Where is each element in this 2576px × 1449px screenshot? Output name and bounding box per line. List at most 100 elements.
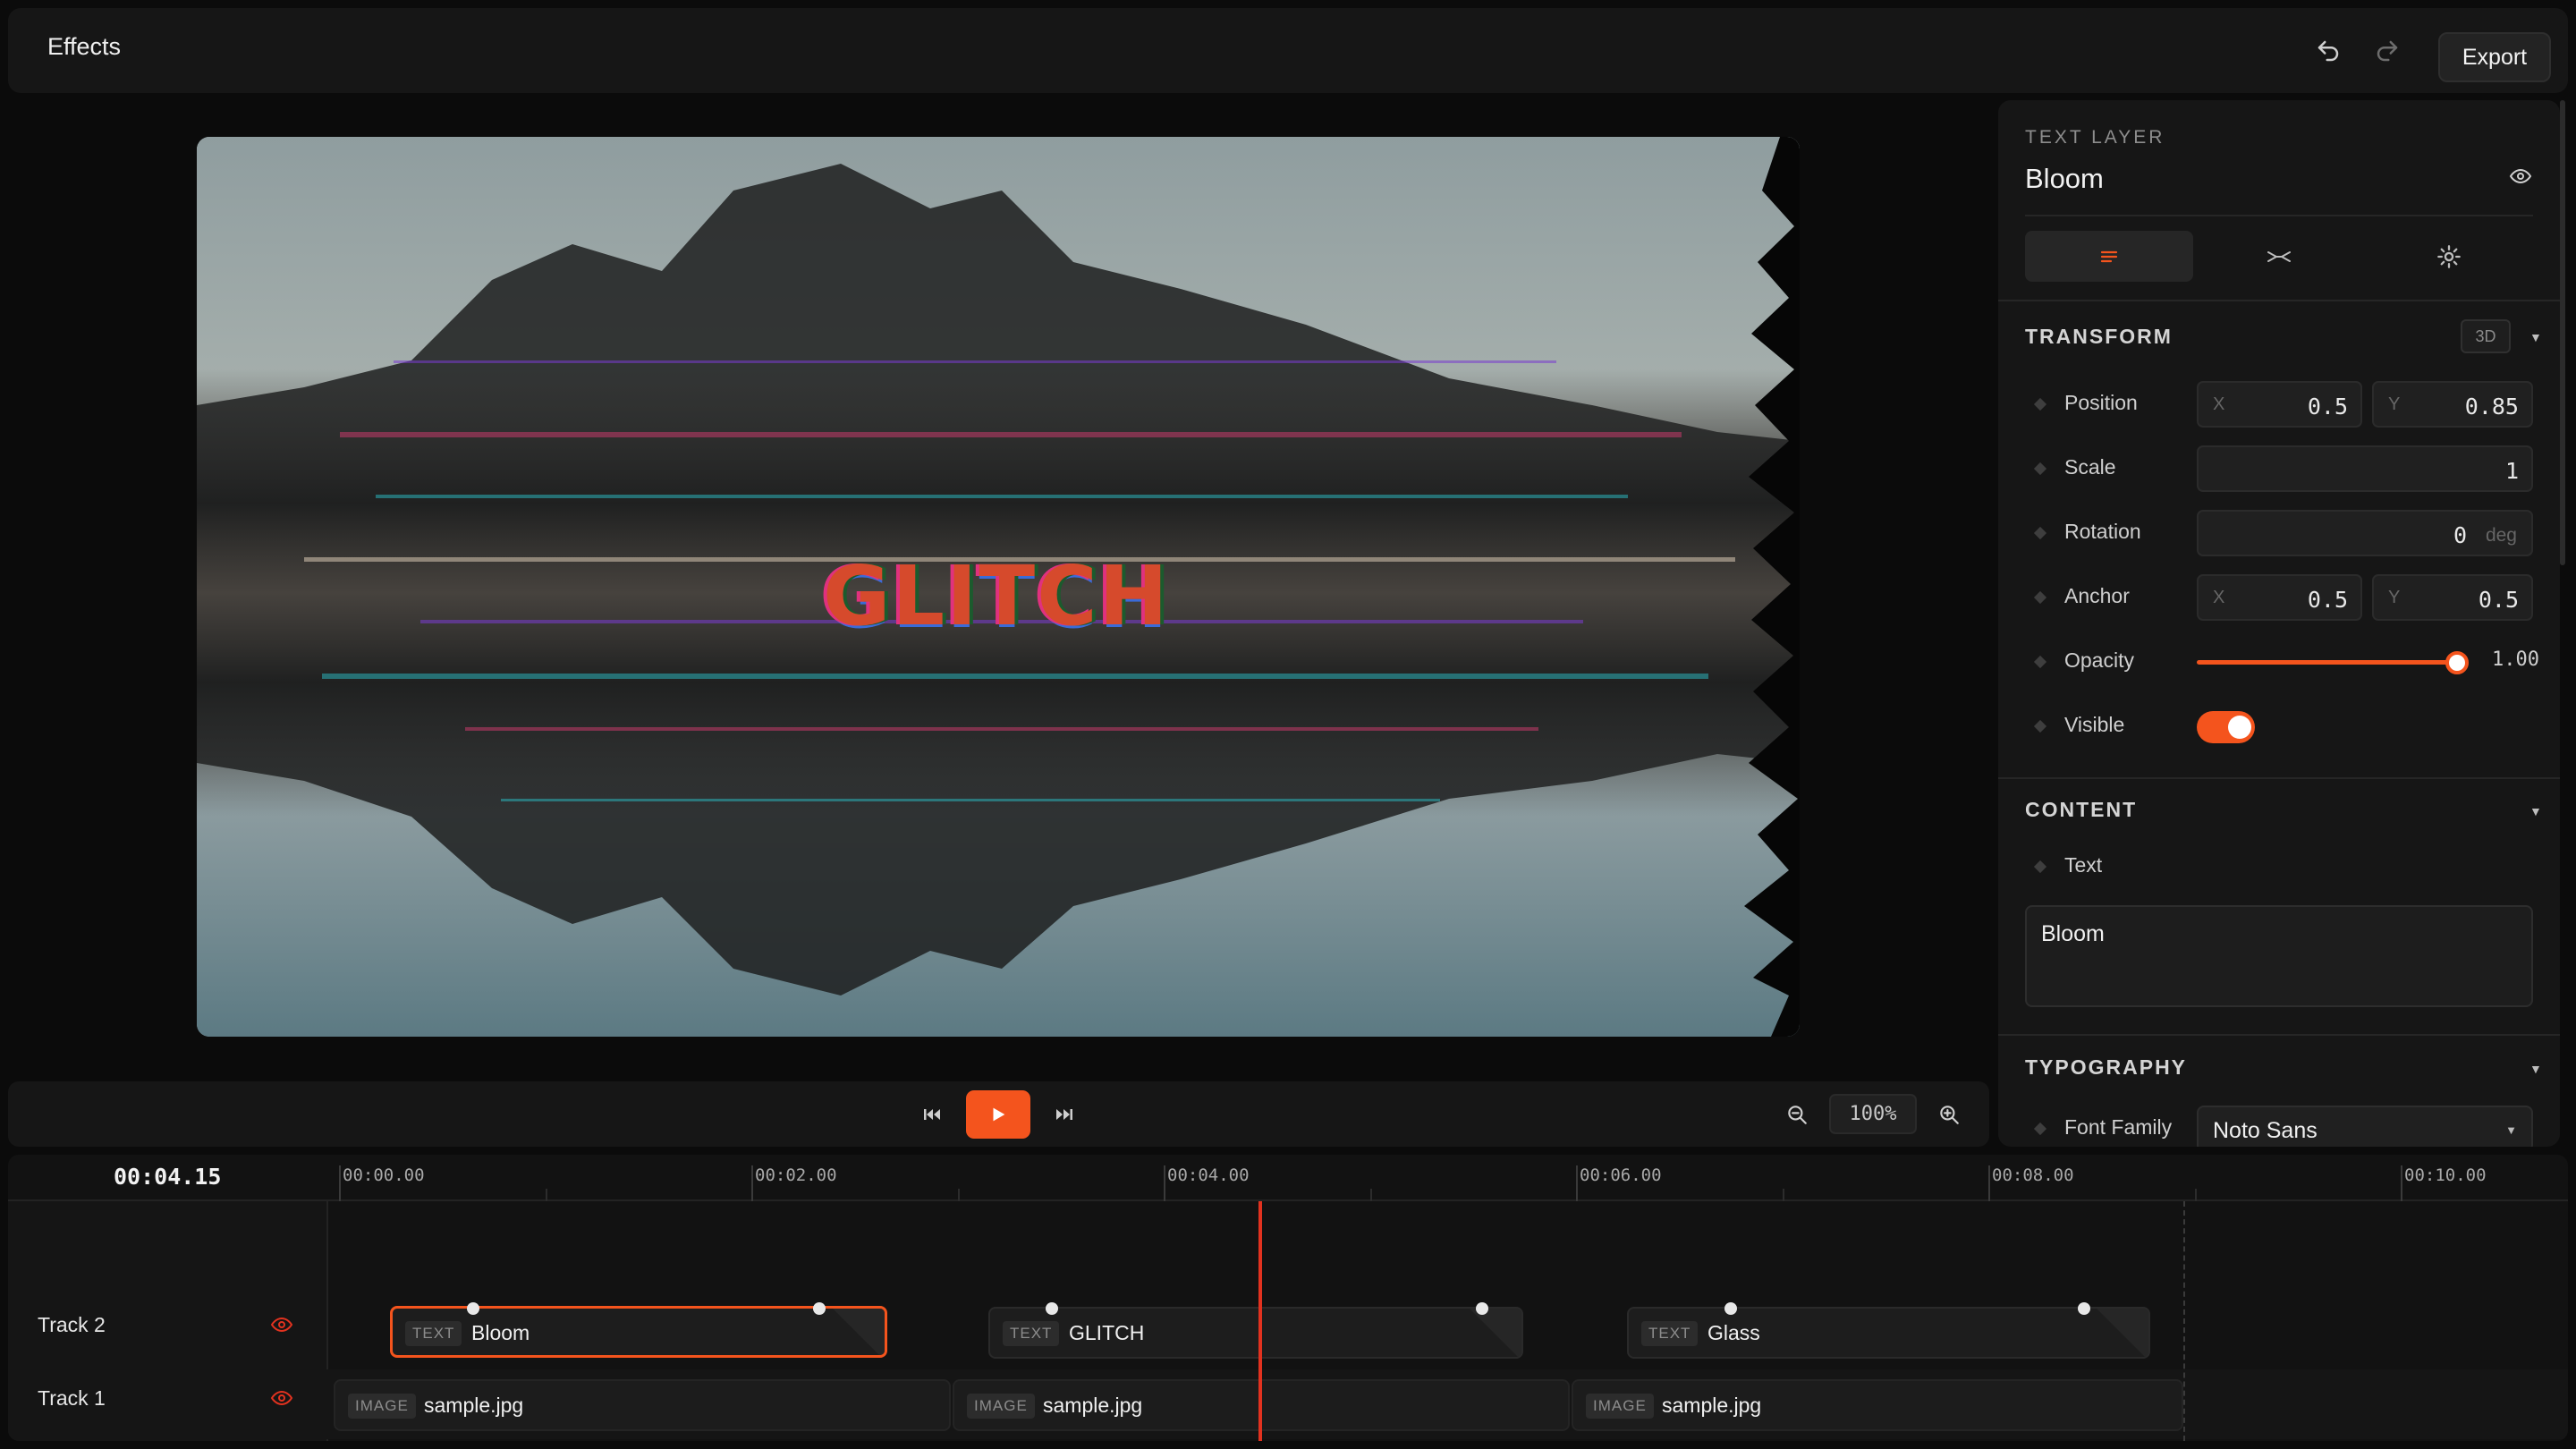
scale-label: Scale xyxy=(2064,455,2116,479)
anchor-x-value: 0.5 xyxy=(2307,587,2348,613)
divider xyxy=(1998,300,2560,301)
divider xyxy=(1998,1034,2560,1036)
undo-icon xyxy=(2318,40,2339,62)
inspector-scrollbar[interactable] xyxy=(2560,100,2565,565)
ruler-major-tick xyxy=(1988,1165,1990,1201)
font-family-label: Font Family xyxy=(2064,1115,2173,1139)
axis-label: X xyxy=(2213,394,2225,414)
transform-collapse-caret-icon[interactable]: ▼ xyxy=(2529,330,2542,344)
scale-field[interactable]: 1 xyxy=(2197,445,2533,492)
anchor-y-value: 0.5 xyxy=(2478,587,2519,613)
font-family-select[interactable]: Noto Sans ▼ xyxy=(2197,1106,2533,1147)
preview-canvas[interactable]: GLITCH xyxy=(197,137,1800,1037)
settings-icon xyxy=(2437,244,2461,268)
redo-button[interactable] xyxy=(2369,35,2405,67)
anchor-y-field[interactable]: Y 0.5 xyxy=(2372,574,2533,621)
time-ruler[interactable]: 00:00.00 00:02.00 00:04.00 00:06.00 00:08.00… xyxy=(330,1155,2568,1201)
scale-value: 1 xyxy=(2504,458,2519,484)
zoom-out-button[interactable] xyxy=(1784,1101,1810,1128)
typography-section-title: TYPOGRAPHY xyxy=(2025,1055,2188,1079)
typography-collapse-caret-icon[interactable]: ▼ xyxy=(2529,1062,2542,1076)
opacity-value: 1.00 xyxy=(2492,648,2539,671)
opacity-label: Opacity xyxy=(2064,648,2134,672)
clip-fade-out xyxy=(833,1309,885,1355)
zoom-level[interactable]: 100% xyxy=(1829,1094,1917,1134)
ruler-label: 00:08.00 xyxy=(1992,1165,2074,1185)
skip-forward-button[interactable] xyxy=(1051,1101,1078,1128)
zoom-in-icon xyxy=(1940,1106,1959,1124)
undo-button[interactable] xyxy=(2310,35,2346,67)
keyframe-diamond-icon[interactable] xyxy=(2033,860,2047,874)
opacity-slider-thumb[interactable] xyxy=(2445,651,2469,674)
rotation-unit: deg xyxy=(2485,525,2517,546)
position-label: Position xyxy=(2064,391,2138,414)
clip-keyframe-handle[interactable] xyxy=(1724,1302,1737,1315)
clip-keyframe-handle[interactable] xyxy=(1476,1302,1488,1315)
tab-settings[interactable] xyxy=(2365,231,2533,282)
clip-type-tag: IMAGE xyxy=(1586,1394,1654,1419)
playhead[interactable] xyxy=(1258,1201,1262,1441)
clip-image-3[interactable]: IMAGE sample.jpg xyxy=(1572,1379,2183,1431)
clip-keyframe-handle[interactable] xyxy=(467,1302,479,1315)
layer-kicker: TEXT LAYER xyxy=(2025,127,2165,148)
track-name: Track 1 xyxy=(38,1386,106,1410)
eye-icon xyxy=(270,1317,293,1333)
position-x-field[interactable]: X 0.5 xyxy=(2197,381,2362,428)
clip-keyframe-handle[interactable] xyxy=(2078,1302,2090,1315)
play-button[interactable] xyxy=(966,1090,1030,1139)
transform-section-title: TRANSFORM xyxy=(2025,325,2173,348)
clip-image-1[interactable]: IMAGE sample.jpg xyxy=(334,1379,951,1431)
keyframe-diamond-icon[interactable] xyxy=(2033,397,2047,411)
inspector-tabs xyxy=(2025,231,2533,282)
top-bar: Effects Export xyxy=(8,8,2568,93)
content-collapse-caret-icon[interactable]: ▼ xyxy=(2529,804,2542,818)
position-y-field[interactable]: Y 0.85 xyxy=(2372,381,2533,428)
timeline: 00:04.15 00:00.00 00:02.00 00:04.00 00:06.0… xyxy=(8,1155,2568,1441)
skip-back-button[interactable] xyxy=(919,1101,945,1128)
visible-label: Visible xyxy=(2064,713,2125,736)
anchor-x-field[interactable]: X 0.5 xyxy=(2197,574,2362,621)
anchor-label: Anchor xyxy=(2064,584,2130,607)
tab-text[interactable] xyxy=(2025,231,2193,282)
ruler-major-tick xyxy=(1576,1165,1578,1201)
text-content-input[interactable]: Bloom xyxy=(2025,905,2533,1007)
keyframe-diamond-icon[interactable] xyxy=(2033,590,2047,605)
glitch-overlay-text: GLITCH xyxy=(823,548,1170,644)
chevron-down-icon: ▼ xyxy=(2505,1123,2517,1137)
keyframe-diamond-icon[interactable] xyxy=(2033,719,2047,733)
clip-keyframe-handle[interactable] xyxy=(813,1302,826,1315)
layer-name: Bloom xyxy=(2025,163,2104,194)
clip-fade-out xyxy=(1470,1309,1521,1357)
keyframe-diamond-icon[interactable] xyxy=(2033,526,2047,540)
clip-type-tag: IMAGE xyxy=(348,1394,416,1419)
effects-icon xyxy=(2267,250,2291,262)
zoom-in-button[interactable] xyxy=(1936,1101,1962,1128)
opacity-slider-track[interactable] xyxy=(2197,660,2456,665)
clip-keyframe-handle[interactable] xyxy=(1046,1302,1058,1315)
3d-toggle[interactable]: 3D xyxy=(2461,319,2511,353)
keyframe-diamond-icon[interactable] xyxy=(2033,655,2047,669)
rotation-value: 0 xyxy=(2453,522,2467,548)
transport-bar: 100% xyxy=(8,1081,1989,1147)
export-button[interactable]: Export xyxy=(2438,32,2551,82)
tab-effects[interactable] xyxy=(2195,231,2363,282)
play-icon xyxy=(993,1107,1005,1122)
clip-glass[interactable]: TEXT Glass xyxy=(1627,1307,2150,1359)
visible-toggle[interactable] xyxy=(2197,711,2255,743)
keyframe-diamond-icon[interactable] xyxy=(2033,462,2047,476)
current-timecode: 00:04.15 xyxy=(114,1164,222,1190)
ruler-label: 00:10.00 xyxy=(2404,1165,2487,1185)
zoom-out-icon xyxy=(1788,1106,1807,1124)
ruler-label: 00:02.00 xyxy=(755,1165,837,1185)
track-name: Track 2 xyxy=(38,1313,106,1336)
position-x-value: 0.5 xyxy=(2307,394,2348,419)
position-y-value: 0.85 xyxy=(2464,394,2519,419)
ruler-label: 00:00.00 xyxy=(343,1165,425,1185)
track-visibility-button[interactable] xyxy=(269,1314,294,1340)
layer-visibility-button[interactable] xyxy=(2508,165,2533,191)
clip-glitch[interactable]: TEXT GLITCH xyxy=(988,1307,1523,1359)
track-visibility-button[interactable] xyxy=(269,1387,294,1413)
clip-bloom[interactable]: TEXT Bloom xyxy=(390,1306,887,1358)
rotation-field[interactable]: 0 deg xyxy=(2197,510,2533,556)
keyframe-diamond-icon[interactable] xyxy=(2033,1122,2047,1136)
